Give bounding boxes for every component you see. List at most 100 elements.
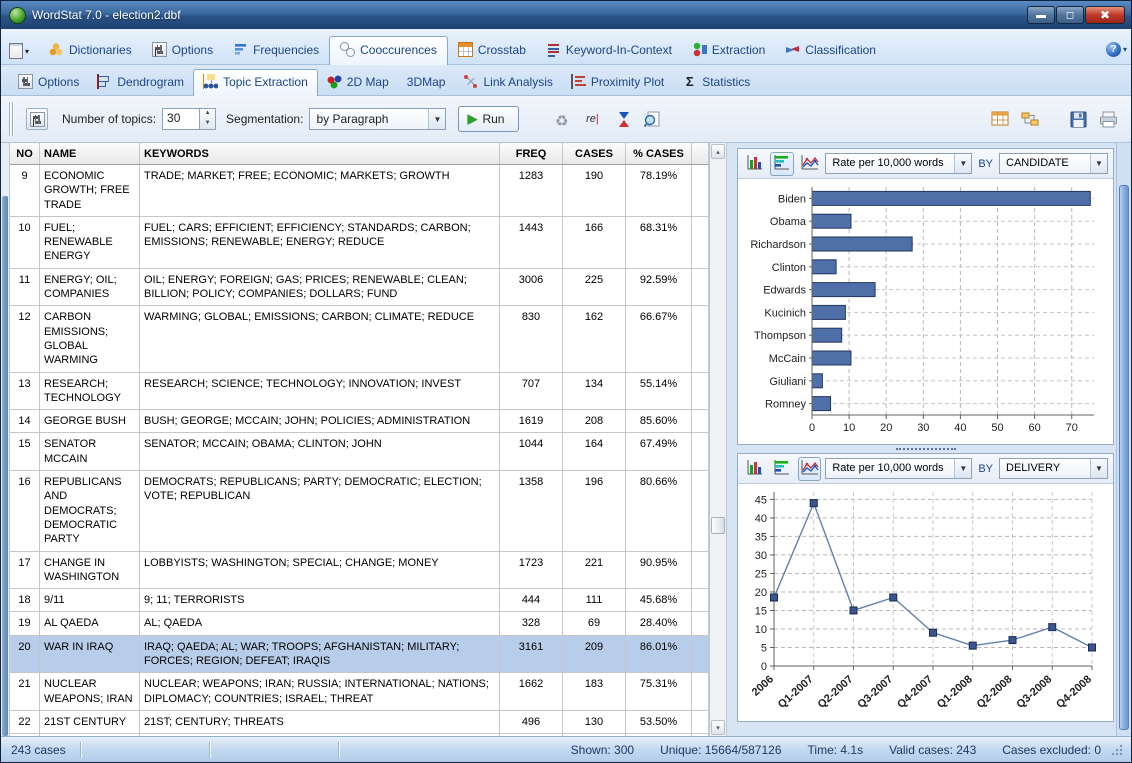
svg-text:Q3-2007: Q3-2007 — [855, 673, 895, 711]
segmentation-dropdown[interactable]: by Paragraph ▼ — [309, 108, 446, 130]
cell-keywords: 9; 11; TERRORISTS — [140, 589, 500, 611]
tab-options[interactable]: Options — [142, 37, 223, 64]
merge-topics-button[interactable] — [611, 108, 633, 130]
spin-down-icon[interactable]: ▼ — [200, 119, 215, 129]
vertical-bar-chart-button[interactable] — [743, 152, 766, 176]
table-row[interactable]: 13RESEARCH; TECHNOLOGYRESEARCH; SCIENCE;… — [10, 373, 709, 411]
subtab-statistics[interactable]: Statistics — [673, 70, 759, 95]
svg-text:10: 10 — [755, 624, 767, 636]
svg-text:Richardson: Richardson — [750, 239, 806, 251]
table-row[interactable]: 15SENATOR MCCAINSENATOR; MCCAIN; OBAMA; … — [10, 433, 709, 471]
table-row[interactable]: 9ECONOMIC GROWTH; FREE TRADETRADE; MARKE… — [10, 165, 709, 217]
help-button[interactable]: ? ▾ — [1106, 42, 1127, 57]
cell-name: AL QAEDA — [40, 612, 140, 634]
print-button[interactable] — [1097, 108, 1119, 130]
topics-input[interactable]: 30 — [162, 108, 200, 130]
search-topic-button[interactable] — [641, 108, 663, 130]
spin-up-icon[interactable]: ▲ — [200, 109, 215, 119]
table-row[interactable]: 14GEORGE BUSHBUSH; GEORGE; MCCAIN; JOHN;… — [10, 410, 709, 433]
horizontal-bar-chart-button[interactable] — [770, 152, 793, 176]
tab-label: Statistics — [702, 75, 750, 89]
horizontal-bar-chart-button[interactable] — [770, 457, 793, 481]
crosstab-icon — [458, 42, 473, 57]
run-button[interactable]: ▶ Run — [458, 106, 519, 132]
tab-extraction[interactable]: Extraction — [682, 37, 775, 64]
rename-topic-button[interactable]: re| — [581, 108, 603, 130]
table-scrollbar-thumb[interactable] — [711, 517, 725, 534]
tab-crosstab[interactable]: Crosstab — [448, 37, 536, 64]
export-table-button[interactable] — [989, 108, 1011, 130]
tab-dictionaries[interactable]: Dictionaries — [39, 37, 142, 64]
table-row[interactable]: 11ENERGY; OIL; COMPANIESOIL; ENERGY; FOR… — [10, 269, 709, 307]
column-header-freq[interactable]: FREQ — [500, 143, 563, 164]
chevron-down-icon: ▼ — [1090, 459, 1107, 478]
subtab-dendrogram[interactable]: Dendrogram — [88, 70, 193, 95]
column-header-cases[interactable]: CASES — [563, 143, 626, 164]
column-header-no[interactable]: NO — [10, 143, 40, 164]
panel-splitter[interactable] — [727, 143, 735, 736]
column-header--cases[interactable]: % CASES — [626, 143, 692, 164]
delete-topic-button[interactable]: ♻ — [551, 108, 573, 130]
export-tree-button[interactable] — [1019, 108, 1041, 130]
svg-text:Kucinich: Kucinich — [764, 307, 806, 319]
table-row[interactable]: 23NEW YORKYORK; NEW; CITY; FACE178922893… — [10, 734, 709, 736]
subtab-proximity-plot[interactable]: Proximity Plot — [562, 70, 673, 95]
cell-keywords: OIL; ENERGY; FOREIGN; GAS; PRICES; RENEW… — [140, 269, 500, 306]
line-chart-panel: Rate per 10,000 words▼BYDELIVERY▼ 051015… — [737, 453, 1114, 722]
cell-keywords: IRAQ; QAEDA; AL; WAR; TROOPS; AFGHANISTA… — [140, 636, 500, 673]
table-row[interactable]: 16REPUBLICANS AND DEMOCRATS; DEMOCRATIC … — [10, 471, 709, 551]
resize-grip[interactable] — [1111, 744, 1123, 756]
by-label: BY — [978, 158, 993, 170]
topics-spin-buttons[interactable]: ▲▼ — [200, 108, 216, 130]
scroll-down-icon[interactable] — [711, 720, 725, 735]
maximize-button[interactable]: ◻ — [1056, 6, 1084, 24]
column-header-name[interactable]: NAME — [40, 143, 140, 164]
tab-cooccurences[interactable]: Cooccurences — [329, 36, 448, 65]
tab-frequencies[interactable]: Frequencies — [223, 37, 329, 64]
minimize-button[interactable]: ▬ — [1027, 6, 1055, 24]
left-scrollbar[interactable] — [1, 143, 10, 736]
line-chart-button[interactable] — [798, 457, 821, 481]
table-row[interactable]: 2221ST CENTURY21ST; CENTURY; THREATS4961… — [10, 711, 709, 734]
close-button[interactable]: ✖ — [1085, 6, 1125, 24]
right-scrollbar[interactable] — [1116, 143, 1131, 736]
subtab-2d-map[interactable]: 2D Map — [318, 70, 398, 95]
save-button[interactable] — [1067, 108, 1089, 130]
right-scrollbar-thumb[interactable] — [1119, 185, 1129, 731]
tab-keyword-in-context[interactable]: Keyword-In-Context — [536, 37, 682, 64]
subtab-options[interactable]: Options — [9, 70, 88, 95]
cell-cases: 162 — [563, 306, 626, 371]
table-row[interactable]: 189/119; 11; TERRORISTS44411145.68% — [10, 589, 709, 612]
cell-no: 13 — [10, 373, 40, 410]
cell-keywords: WARMING; GLOBAL; EMISSIONS; CARBON; CLIM… — [140, 306, 500, 371]
bar-chart-toolbar: Rate per 10,000 words▼ BY CANDIDATE▼ — [738, 149, 1113, 179]
line-chart-button[interactable] — [798, 152, 821, 176]
cell-cases: 111 — [563, 589, 626, 611]
svg-text:40: 40 — [755, 513, 767, 525]
tab-label: Extraction — [712, 43, 765, 57]
table-row[interactable]: 12CARBON EMISSIONS; GLOBAL WARMINGWARMIN… — [10, 306, 709, 372]
table-row[interactable]: 19AL QAEDAAL; QAEDA3286928.40% — [10, 612, 709, 635]
metric-dropdown[interactable]: Rate per 10,000 words▼ — [825, 153, 972, 174]
group-by-dropdown[interactable]: CANDIDATE▼ — [999, 153, 1108, 174]
scroll-up-icon[interactable] — [711, 144, 725, 159]
app-window: WordStat 7.0 - election2.dbf ▬ ◻ ✖ ▾ Dic… — [0, 0, 1132, 763]
tab-classification[interactable]: Classification — [775, 37, 886, 64]
file-menu-button[interactable]: ▾ — [9, 43, 29, 59]
subtab-topic-extraction[interactable]: Topic Extraction — [193, 69, 318, 96]
topic-settings-button[interactable] — [26, 108, 48, 130]
table-row[interactable]: 20WAR IN IRAQIRAQ; QAEDA; AL; WAR; TROOP… — [10, 636, 709, 674]
toolbar-grip[interactable] — [9, 102, 14, 136]
table-row[interactable]: 21NUCLEAR WEAPONS; IRANNUCLEAR; WEAPONS;… — [10, 673, 709, 711]
subtab-link-analysis[interactable]: Link Analysis — [454, 70, 561, 95]
table-row[interactable]: 10FUEL; RENEWABLE ENERGYFUEL; CARS; EFFI… — [10, 217, 709, 269]
metric-dropdown[interactable]: Rate per 10,000 words▼ — [825, 458, 972, 479]
chart-splitter[interactable] — [737, 445, 1114, 453]
column-header-keywords[interactable]: KEYWORDS — [140, 143, 500, 164]
group-by-dropdown[interactable]: DELIVERY▼ — [999, 458, 1108, 479]
table-scrollbar[interactable] — [710, 143, 727, 736]
vertical-bar-chart-button[interactable] — [743, 457, 766, 481]
left-scrollbar-thumb[interactable] — [2, 196, 8, 736]
subtab-3dmap[interactable]: 3DMap — [398, 71, 455, 95]
table-row[interactable]: 17CHANGE IN WASHINGTONLOBBYISTS; WASHING… — [10, 552, 709, 590]
